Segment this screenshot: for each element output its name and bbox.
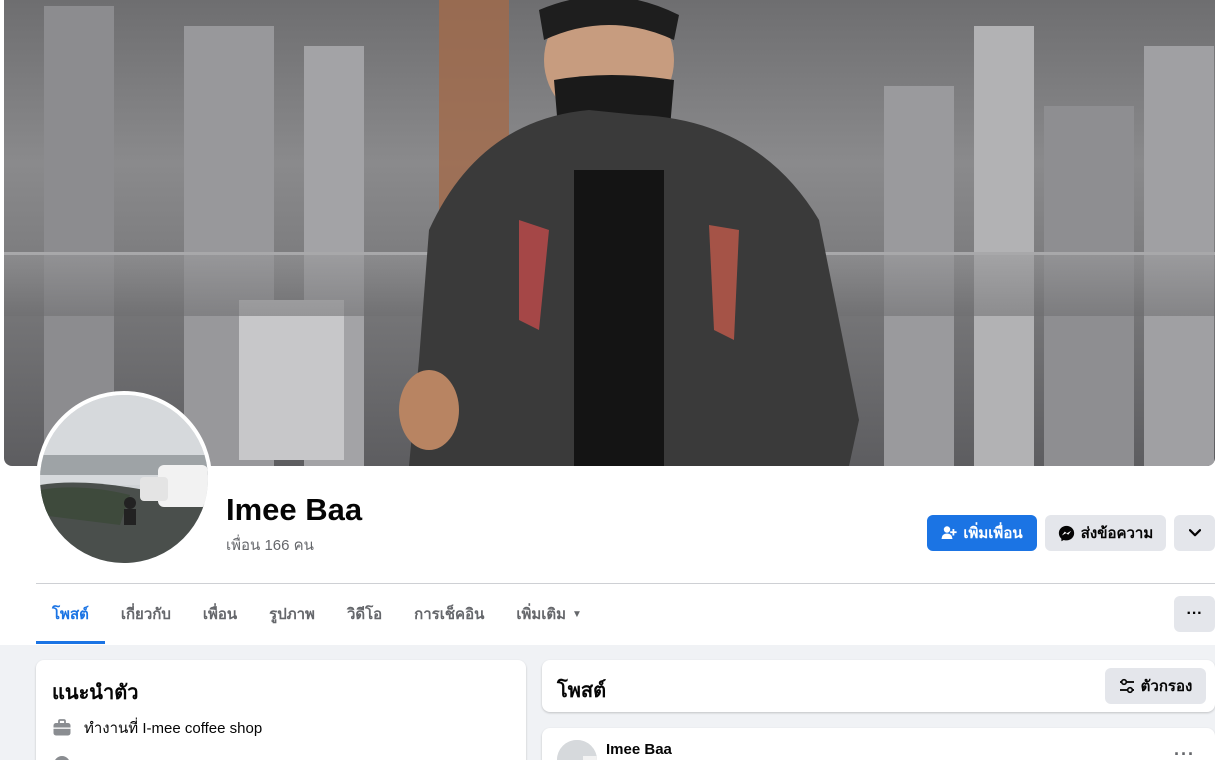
intro-card: แนะนำตัว ทำงานที่ I-mee coffee shop — [36, 660, 526, 760]
tab-label: เพิ่มเติม — [516, 606, 567, 623]
cover-photo[interactable] — [4, 0, 1215, 466]
tab-more[interactable]: เพิ่มเติม ▼ — [500, 584, 598, 644]
post-card: Imee Baa ··· — [542, 728, 1215, 760]
tab-label: โพสต์ — [52, 606, 89, 623]
filter-label: ตัวกรอง — [1140, 678, 1193, 695]
profile-tabs: โพสต์ เกี่ยวกับ เพื่อน รูปภาพ วิดีโอ การ… — [36, 584, 598, 644]
post-avatar-photo — [557, 740, 597, 760]
intro-work-text[interactable]: ทำงานที่ I-mee coffee shop — [84, 716, 262, 740]
friend-count[interactable]: เพื่อน 166 คน — [226, 533, 314, 557]
post-author-avatar[interactable] — [557, 740, 597, 760]
intro-title: แนะนำตัว — [52, 682, 139, 704]
tab-label: การเช็คอิน — [414, 606, 485, 623]
add-friend-label: เพิ่มเพื่อน — [963, 525, 1023, 542]
briefcase-icon — [53, 719, 71, 736]
tab-friends[interactable]: เพื่อน — [187, 584, 253, 644]
caret-down-icon: ▼ — [572, 608, 582, 620]
profile-avatar[interactable] — [36, 391, 212, 567]
profile-name: Imee Baa — [226, 492, 363, 527]
tab-label: รูปภาพ — [269, 606, 315, 623]
intro-work-row: ทำงานที่ I-mee coffee shop — [52, 716, 262, 740]
tabs-more-button[interactable]: ··· — [1174, 596, 1215, 632]
filter-button[interactable]: ตัวกรอง — [1105, 668, 1206, 704]
messenger-icon — [1058, 525, 1074, 541]
tab-photos[interactable]: รูปภาพ — [253, 584, 331, 644]
cover-person-figure — [399, 0, 859, 466]
chevron-down-icon — [1188, 529, 1201, 537]
post-author-name[interactable]: Imee Baa — [606, 741, 672, 758]
filter-sliders-icon — [1119, 678, 1134, 694]
more-dots-icon: ··· — [1186, 605, 1203, 622]
tab-label: เกี่ยวกับ — [120, 606, 171, 623]
intro-second-row — [52, 754, 72, 760]
avatar-photo — [40, 395, 208, 563]
tab-videos[interactable]: วิดีโอ — [331, 584, 398, 644]
post-options-icon[interactable]: ··· — [1174, 744, 1195, 760]
tab-label: เพื่อน — [202, 606, 238, 623]
cover-building — [974, 26, 1034, 466]
cover-building — [239, 300, 344, 460]
tab-label: วิดีโอ — [346, 606, 383, 623]
add-friend-icon — [941, 526, 958, 539]
add-friend-button[interactable]: เพิ่มเพื่อน — [927, 515, 1037, 551]
message-button[interactable]: ส่งข้อความ — [1045, 515, 1166, 551]
profile-more-button[interactable] — [1174, 515, 1215, 551]
tab-posts[interactable]: โพสต์ — [36, 584, 105, 644]
tab-about[interactable]: เกี่ยวกับ — [105, 584, 187, 644]
posts-title: โพสต์ — [557, 680, 607, 702]
tab-checkins[interactable]: การเช็คอิน — [398, 584, 500, 644]
message-label: ส่งข้อความ — [1080, 525, 1154, 542]
intro-row-icon — [55, 756, 69, 760]
posts-header-card: โพสต์ ตัวกรอง — [542, 660, 1215, 712]
